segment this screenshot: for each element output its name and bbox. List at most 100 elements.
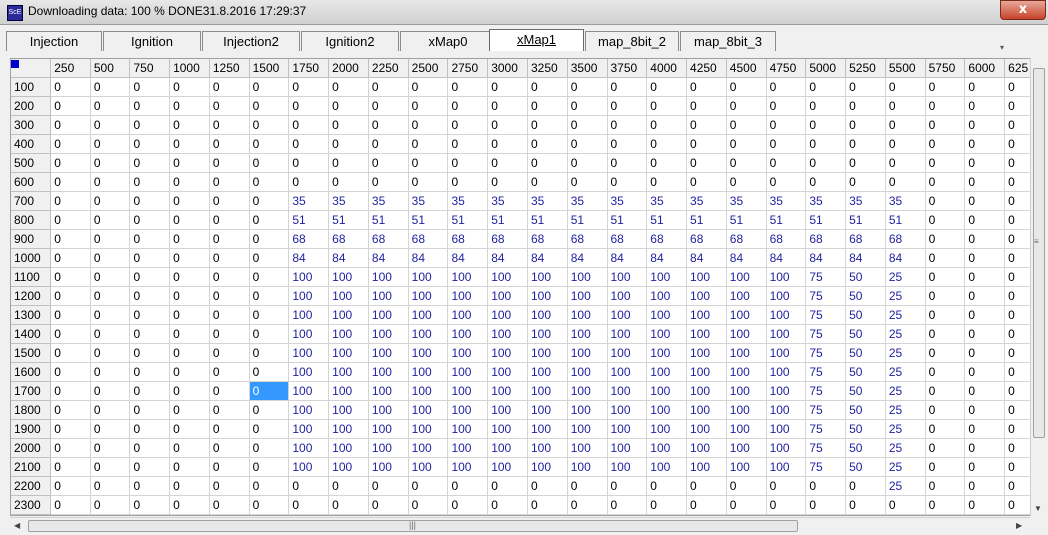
map-cell[interactable]: 0 <box>447 115 489 135</box>
map-cell[interactable]: 100 <box>726 419 767 439</box>
map-cell[interactable]: 0 <box>686 115 727 135</box>
column-header[interactable]: 4750 <box>766 59 807 78</box>
map-cell[interactable]: 35 <box>805 191 847 211</box>
column-header[interactable]: 6000 <box>964 59 1006 78</box>
map-cell[interactable]: 0 <box>328 476 369 496</box>
map-cell[interactable]: 0 <box>328 495 369 515</box>
map-cell[interactable]: 0 <box>925 305 966 325</box>
map-cell[interactable]: 100 <box>607 286 648 306</box>
map-cell[interactable]: 0 <box>925 115 966 135</box>
map-cell[interactable]: 100 <box>766 419 807 439</box>
map-cell[interactable]: 0 <box>447 153 489 173</box>
column-header[interactable]: 3250 <box>527 59 568 78</box>
map-cell[interactable]: 100 <box>328 362 369 382</box>
map-cell[interactable]: 0 <box>249 96 290 116</box>
map-cell[interactable]: 0 <box>964 96 1006 116</box>
map-cell[interactable]: 100 <box>766 362 807 382</box>
map-cell[interactable]: 100 <box>368 438 409 458</box>
scroll-right-arrow-icon[interactable]: ▶ <box>1016 521 1022 530</box>
map-cell[interactable]: 0 <box>169 172 210 192</box>
map-cell[interactable]: 0 <box>50 153 91 173</box>
map-cell[interactable]: 0 <box>766 476 807 496</box>
row-header[interactable]: 100 <box>11 77 52 97</box>
column-header[interactable]: 1250 <box>209 59 250 78</box>
map-cell[interactable]: 100 <box>408 267 449 287</box>
map-cell[interactable]: 0 <box>726 134 767 154</box>
map-cell[interactable]: 0 <box>845 77 886 97</box>
column-header[interactable]: 2250 <box>368 59 409 78</box>
map-cell[interactable]: 0 <box>249 362 290 382</box>
map-cell[interactable]: 51 <box>328 210 369 230</box>
row-header[interactable]: 1400 <box>11 324 52 344</box>
map-cell[interactable]: 100 <box>646 324 688 344</box>
map-cell[interactable]: 68 <box>607 229 648 249</box>
map-cell[interactable]: 0 <box>646 77 688 97</box>
map-cell[interactable]: 0 <box>686 153 727 173</box>
map-cell[interactable]: 100 <box>726 438 767 458</box>
map-cell[interactable]: 0 <box>845 476 886 496</box>
map-cell[interactable]: 100 <box>487 267 528 287</box>
map-cell[interactable]: 100 <box>646 286 688 306</box>
map-cell[interactable]: 0 <box>90 77 131 97</box>
map-cell[interactable]: 100 <box>447 343 489 363</box>
map-cell[interactable]: 0 <box>368 77 409 97</box>
map-cell[interactable]: 100 <box>646 400 688 420</box>
map-cell[interactable]: 0 <box>368 115 409 135</box>
map-cell[interactable]: 0 <box>90 153 131 173</box>
map-cell[interactable]: 0 <box>249 286 290 306</box>
map-cell[interactable]: 84 <box>527 248 568 268</box>
map-cell[interactable]: 0 <box>129 324 171 344</box>
map-cell[interactable]: 68 <box>686 229 727 249</box>
map-cell[interactable]: 0 <box>686 172 727 192</box>
map-cell[interactable]: 84 <box>766 248 807 268</box>
map-cell[interactable]: 0 <box>50 400 91 420</box>
map-cell[interactable]: 0 <box>527 476 568 496</box>
map-cell[interactable]: 0 <box>805 172 847 192</box>
map-cell[interactable]: 68 <box>845 229 886 249</box>
map-cell[interactable]: 51 <box>686 210 727 230</box>
map-cell[interactable]: 0 <box>885 96 926 116</box>
row-header[interactable]: 800 <box>11 210 52 230</box>
map-cell[interactable]: 84 <box>288 248 330 268</box>
row-header[interactable]: 500 <box>11 153 52 173</box>
map-cell[interactable]: 100 <box>447 400 489 420</box>
map-cell[interactable]: 0 <box>368 476 409 496</box>
map-cell[interactable]: 35 <box>885 191 926 211</box>
map-cell[interactable]: 0 <box>249 305 290 325</box>
map-cell[interactable]: 0 <box>249 400 290 420</box>
map-cell[interactable]: 0 <box>607 153 648 173</box>
map-cell[interactable]: 100 <box>607 324 648 344</box>
map-cell[interactable]: 0 <box>487 172 528 192</box>
map-cell[interactable]: 0 <box>249 419 290 439</box>
map-cell[interactable]: 0 <box>90 457 131 477</box>
column-header[interactable]: 3750 <box>607 59 648 78</box>
column-header[interactable]: 750 <box>129 59 171 78</box>
map-cell[interactable]: 0 <box>129 115 171 135</box>
map-cell[interactable]: 0 <box>90 324 131 344</box>
map-cell[interactable]: 51 <box>646 210 688 230</box>
map-cell[interactable]: 0 <box>90 248 131 268</box>
tab-xmap1[interactable]: xMap1 <box>489 29 584 51</box>
row-header[interactable]: 2000 <box>11 438 52 458</box>
vertical-scrollbar[interactable]: ≡ ▼ <box>1030 58 1048 516</box>
map-cell[interactable]: 35 <box>368 191 409 211</box>
map-cell[interactable]: 0 <box>766 134 807 154</box>
map-cell[interactable]: 0 <box>209 153 250 173</box>
map-cell[interactable]: 100 <box>527 400 568 420</box>
map-cell[interactable]: 100 <box>766 343 807 363</box>
map-cell[interactable]: 0 <box>964 343 1006 363</box>
map-cell[interactable]: 0 <box>169 438 210 458</box>
map-cell[interactable]: 0 <box>805 495 847 515</box>
map-cell[interactable]: 0 <box>169 115 210 135</box>
map-cell[interactable]: 100 <box>487 419 528 439</box>
map-cell[interactable]: 0 <box>368 134 409 154</box>
map-cell[interactable]: 0 <box>805 77 847 97</box>
map-cell[interactable]: 100 <box>567 457 608 477</box>
map-cell[interactable]: 0 <box>288 172 330 192</box>
map-cell[interactable]: 100 <box>686 286 727 306</box>
map-cell[interactable]: 0 <box>90 191 131 211</box>
map-cell[interactable]: 100 <box>686 438 727 458</box>
map-cell[interactable]: 0 <box>686 476 727 496</box>
map-cell[interactable]: 0 <box>766 96 807 116</box>
map-cell[interactable]: 100 <box>726 324 767 344</box>
